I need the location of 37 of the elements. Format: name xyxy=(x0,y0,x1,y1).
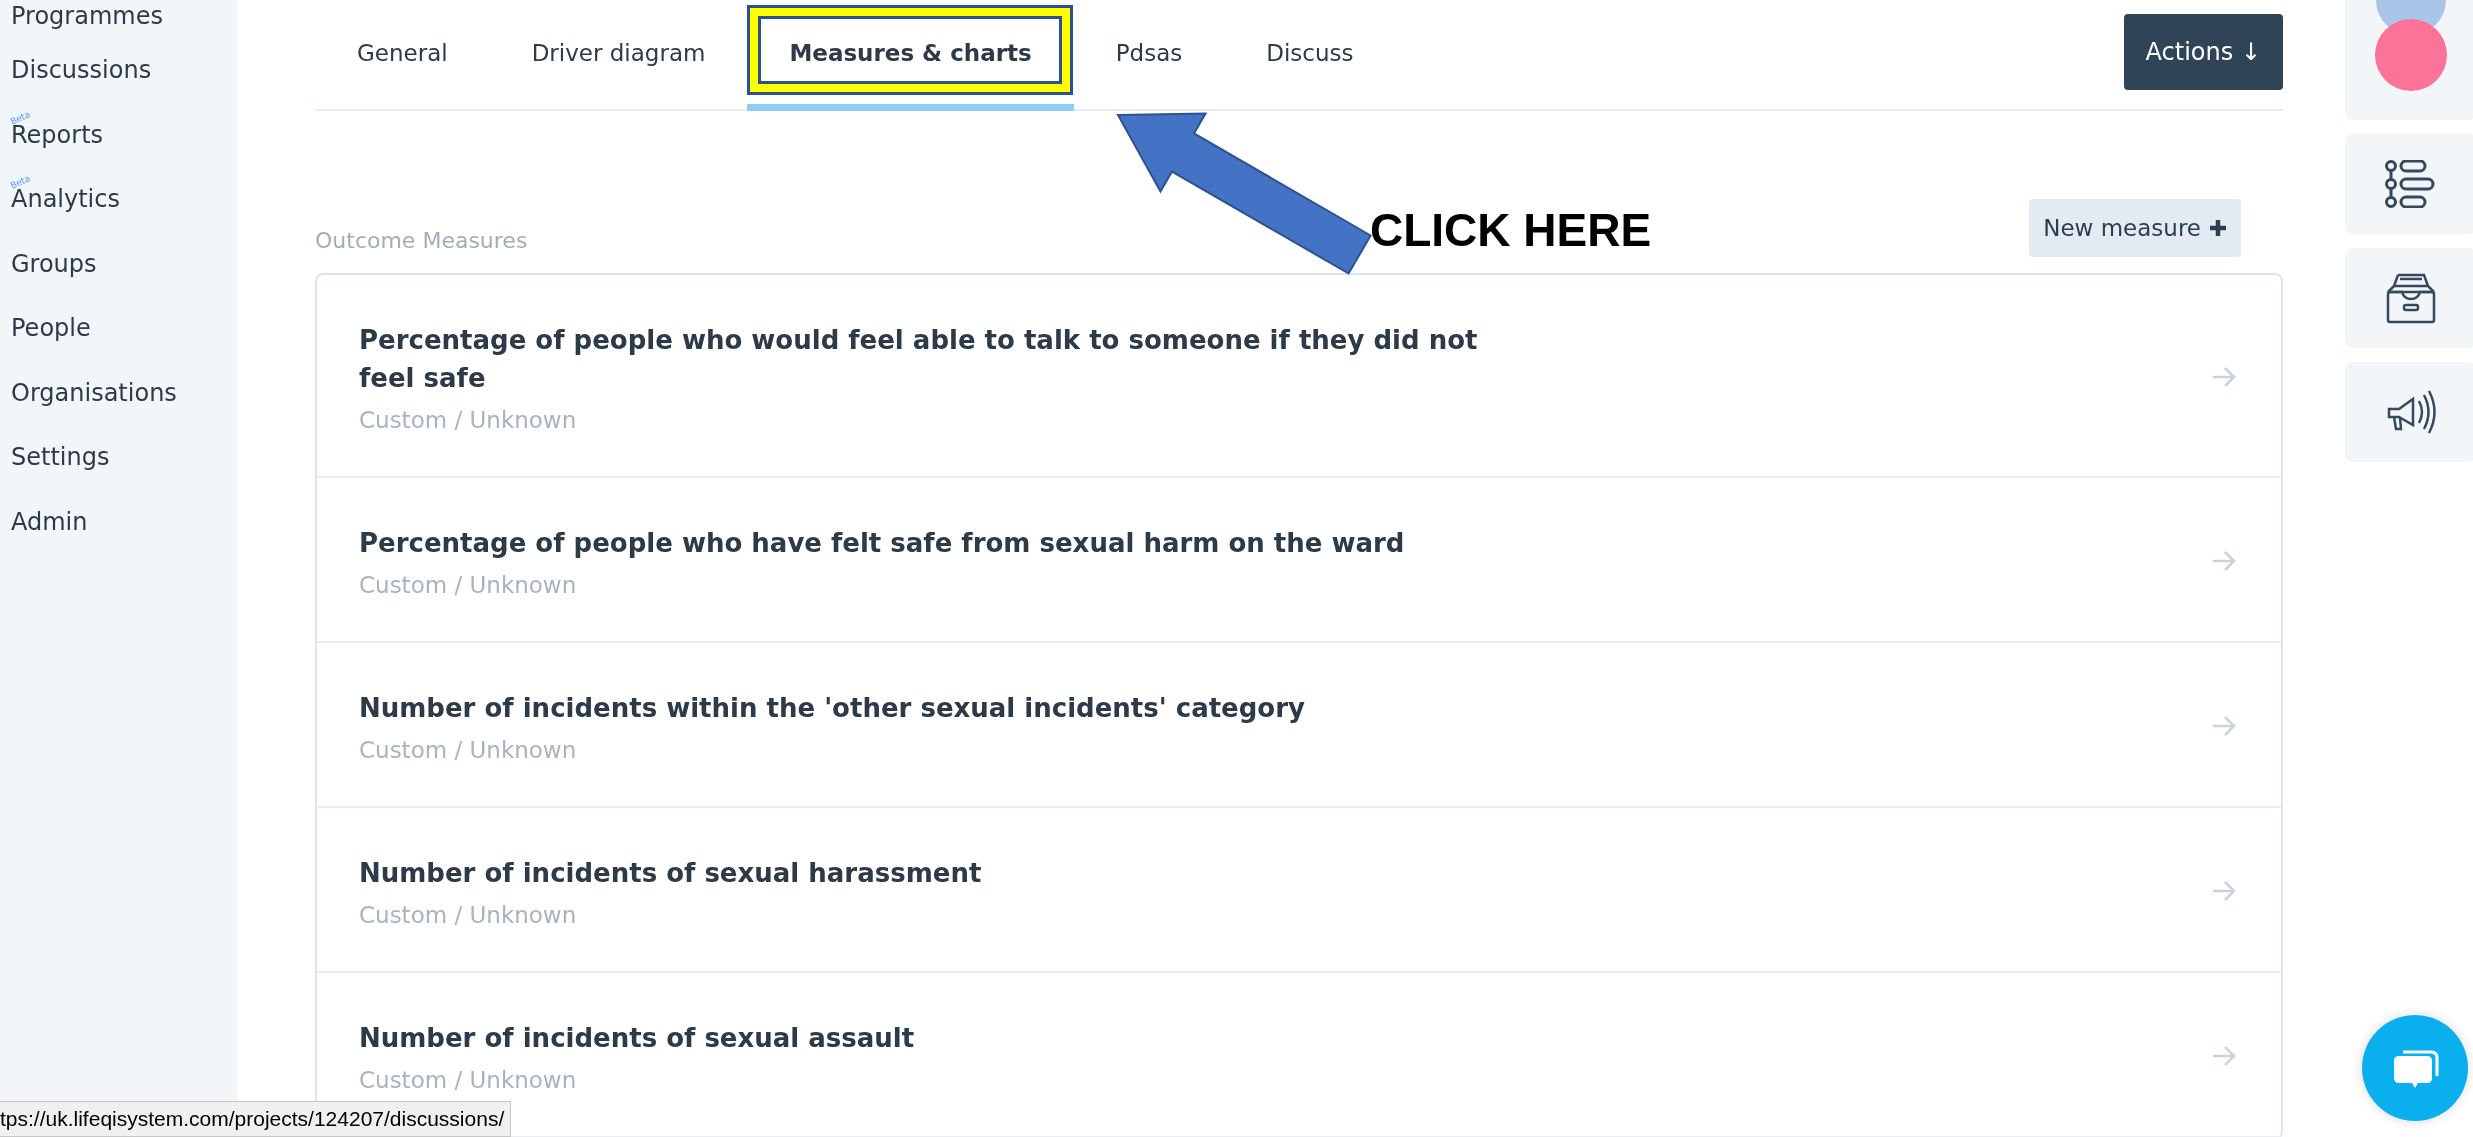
actions-button[interactable]: Actions ↓ xyxy=(2123,14,2283,90)
callout-text: CLICK HERE xyxy=(1370,203,1652,257)
measure-title[interactable]: Percentage of people who have felt safe from sexual harm on the ward xyxy=(359,524,1405,562)
measure-subtitle: Custom / Unknown xyxy=(359,1067,578,1093)
tab[interactable]: Discuss xyxy=(1224,0,1396,109)
sidebar-item[interactable]: Groups xyxy=(11,249,97,278)
sidebar-item[interactable]: People xyxy=(11,314,91,343)
arrow-right-icon[interactable] xyxy=(2211,1045,2237,1067)
tab[interactable]: General xyxy=(315,0,490,109)
sidebar-item[interactable]: Programmes xyxy=(11,2,163,30)
measure-title[interactable]: Number of incidents of sexual assault xyxy=(359,1019,915,1057)
measure-title[interactable]: Percentage of people who would feel able to talk to someone if they did not feel safe xyxy=(359,321,1539,397)
arrow-right-icon[interactable] xyxy=(2211,366,2237,388)
sidebar-item[interactable]: Discussions xyxy=(11,56,152,85)
arrow-right-icon[interactable] xyxy=(2211,715,2237,737)
chat-button[interactable] xyxy=(2362,1015,2468,1121)
sidebar-item[interactable]: Settings xyxy=(11,443,110,472)
measure-subtitle: Custom / Unknown xyxy=(359,407,578,433)
sidebar-item[interactable]: Organisations xyxy=(11,378,177,407)
megaphone-icon[interactable] xyxy=(2385,389,2437,435)
measure-subtitle: Custom / Unknown xyxy=(359,737,578,763)
sidebar-item[interactable]: Admin xyxy=(11,507,88,536)
measure-subtitle: Custom / Unknown xyxy=(359,572,578,598)
tab[interactable]: Measures & charts xyxy=(747,0,1074,109)
tab[interactable]: Driver diagram xyxy=(489,0,748,109)
list-tree-icon[interactable] xyxy=(2385,160,2437,208)
new-measure-button[interactable]: New measure xyxy=(2029,199,2241,257)
section-title: Outcome Measures xyxy=(315,226,528,253)
measure-title[interactable]: Number of incidents of sexual harassment xyxy=(359,854,982,892)
measure-title[interactable]: Number of incidents within the 'other sexual incidents' category xyxy=(359,689,1305,727)
archive-box-icon[interactable] xyxy=(2386,272,2436,324)
arrow-right-icon[interactable] xyxy=(2211,880,2237,902)
status-url: tps://uk.lifeqisystem.com/projects/124207/discussions/ xyxy=(0,1101,512,1137)
plus-icon xyxy=(2209,219,2227,237)
tab[interactable]: Pdsas xyxy=(1073,0,1225,109)
measure-subtitle: Custom / Unknown xyxy=(359,902,578,928)
arrow-right-icon[interactable] xyxy=(2211,550,2237,572)
